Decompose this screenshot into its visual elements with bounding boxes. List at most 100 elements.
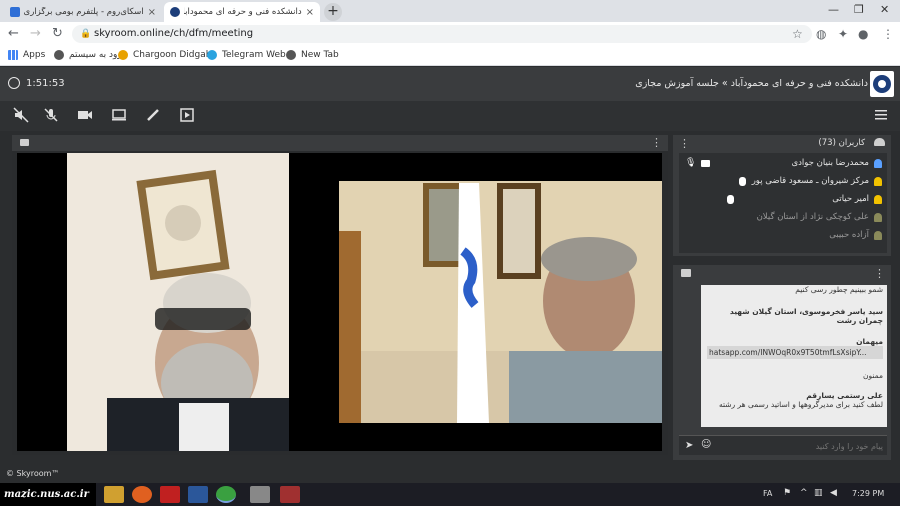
list-item[interactable]: مرکز شیروان ـ مسعود قاضی پور bbox=[679, 173, 887, 191]
user-name: مرکز شیروان ـ مسعود قاضی پور bbox=[751, 176, 869, 186]
chrome-icon[interactable] bbox=[216, 486, 236, 503]
bookmark-newtab[interactable]: New Tab bbox=[286, 50, 339, 60]
chat-input-row: ➤ ☺ bbox=[679, 435, 887, 455]
user-status-icon bbox=[874, 177, 882, 186]
chat-message-text: ممنون bbox=[863, 371, 883, 380]
chat-bubble-icon bbox=[681, 269, 691, 277]
participant-video-left[interactable] bbox=[67, 153, 289, 451]
chevron-up-icon[interactable]: ^ bbox=[800, 488, 808, 498]
volume-icon[interactable]: ◀ bbox=[830, 488, 837, 498]
chat-sender: میهمان bbox=[856, 337, 883, 346]
chat-message: ممنون bbox=[707, 371, 883, 380]
app-icon[interactable] bbox=[250, 486, 270, 503]
speaker-mute-icon[interactable] bbox=[12, 107, 30, 125]
windows-taskbar: mazic.nus.ac.ir FA ⚑ ^ ▥ ◀ 7:29 PM bbox=[0, 483, 900, 506]
hamburger-menu-icon[interactable] bbox=[872, 107, 890, 125]
more-options-icon[interactable]: ⋮ bbox=[874, 267, 885, 280]
list-item[interactable]: علی کوچکی نژاد از استان گیلان bbox=[679, 209, 887, 227]
url-input[interactable]: 🔒 skyroom.online/ch/dfm/meeting bbox=[72, 25, 812, 43]
firefox-icon[interactable] bbox=[132, 486, 152, 503]
media-player-icon[interactable] bbox=[104, 486, 124, 503]
whiteboard-brush-icon[interactable] bbox=[144, 107, 162, 125]
chat-messages: شمو ببینیم چطور رسی کنیم سید یاسر فخرموس… bbox=[701, 285, 887, 427]
bookmark-label: Telegram Web bbox=[222, 50, 286, 60]
users-group-icon bbox=[874, 138, 885, 146]
camera-icon bbox=[701, 160, 710, 167]
list-item[interactable]: محمدرضا بنیان جوادی 🎙 bbox=[679, 155, 887, 173]
back-icon[interactable]: ← bbox=[8, 26, 19, 41]
forward-icon[interactable]: → bbox=[30, 26, 41, 41]
users-list: محمدرضا بنیان جوادی 🎙 مرکز شیروان ـ مسعو… bbox=[679, 153, 887, 253]
microphone-off-icon[interactable] bbox=[42, 107, 60, 125]
chat-message: شمو ببینیم چطور رسی کنیم bbox=[707, 285, 883, 294]
user-status-icon bbox=[874, 231, 882, 240]
bookmark-login[interactable]: ورود به سیستم bbox=[54, 50, 126, 60]
users-panel-header: ⋮ کاربران (73) bbox=[673, 135, 891, 151]
bookmark-apps[interactable]: Apps bbox=[8, 50, 45, 60]
chat-sender: علی رستمی یسارقم bbox=[806, 391, 883, 400]
video-panel: ⋮ bbox=[12, 135, 668, 455]
users-count-title: کاربران (73) bbox=[818, 138, 865, 148]
skyroom-favicon-icon bbox=[10, 7, 20, 17]
browser-tab-strip: اسکای‌روم - پلتفرم بومی برگزاری وبینار، … bbox=[0, 0, 900, 22]
participant-video-right[interactable] bbox=[339, 181, 662, 423]
user-name: محمدرضا بنیان جوادی bbox=[791, 158, 869, 168]
tab-skyroom-home[interactable]: اسکای‌روم - پلتفرم بومی برگزاری وبینار، … bbox=[4, 2, 162, 22]
user-name: آزاده حبیبی bbox=[829, 230, 869, 240]
list-item[interactable]: آزاده حبیبی bbox=[679, 227, 887, 245]
menu-dots-icon[interactable]: ⋮ bbox=[882, 27, 894, 41]
footer-brand: © Skyroom™ bbox=[6, 469, 60, 478]
keyboard-language[interactable]: FA bbox=[763, 489, 772, 498]
chat-message-input[interactable] bbox=[719, 438, 883, 454]
watermark-logo: mazic.nus.ac.ir bbox=[0, 483, 96, 506]
raised-hand-icon bbox=[727, 195, 734, 204]
user-name: علی کوچکی نژاد از استان گیلان bbox=[756, 212, 869, 222]
word-icon[interactable] bbox=[188, 486, 208, 503]
system-clock[interactable]: 7:29 PM bbox=[852, 489, 884, 498]
video-camera-icon bbox=[20, 139, 29, 146]
app-icon[interactable] bbox=[280, 486, 300, 503]
bookmark-label: New Tab bbox=[301, 50, 339, 60]
camera-icon[interactable] bbox=[76, 107, 94, 125]
reload-icon[interactable]: ↻ bbox=[52, 26, 63, 41]
emoji-icon[interactable]: ☺ bbox=[701, 439, 711, 450]
school-favicon-icon bbox=[170, 7, 180, 17]
chat-message-text: شمو ببینیم چطور رسی کنیم bbox=[795, 285, 883, 294]
list-item[interactable]: امیر حیاتی bbox=[679, 191, 887, 209]
screen-share-icon[interactable] bbox=[110, 107, 128, 125]
close-icon[interactable]: × bbox=[144, 7, 156, 18]
globe-icon bbox=[286, 50, 296, 60]
network-icon[interactable]: ▥ bbox=[814, 488, 823, 498]
globe-icon bbox=[54, 50, 64, 60]
user-status-icon bbox=[874, 213, 882, 222]
chat-message-text: لطف کنید برای مدیرگروهها و اساتید رسمی ه… bbox=[718, 400, 883, 409]
user-status-icon bbox=[874, 195, 882, 204]
more-options-icon[interactable]: ⋮ bbox=[679, 137, 690, 150]
profile-icon[interactable]: ● bbox=[858, 27, 868, 41]
puzzle-icon[interactable]: ✦ bbox=[838, 27, 848, 41]
microphone-icon: 🎙 bbox=[685, 158, 697, 168]
timer-value: 1:51:53 bbox=[26, 77, 65, 89]
new-tab-button[interactable]: + bbox=[324, 3, 342, 21]
more-options-icon[interactable]: ⋮ bbox=[651, 136, 662, 149]
extension-globe-icon[interactable]: ◍ bbox=[816, 27, 826, 41]
bookmark-telegram[interactable]: Telegram Web bbox=[207, 50, 286, 60]
flag-icon[interactable]: ⚑ bbox=[783, 488, 791, 498]
video-panel-header: ⋮ bbox=[12, 135, 668, 151]
maximize-icon[interactable]: ❐ bbox=[854, 3, 864, 16]
chat-link[interactable]: hatsapp.com/INWOqR0x9T50tmfLsXsipY... bbox=[707, 346, 883, 359]
close-icon[interactable]: × bbox=[302, 7, 314, 18]
lock-icon: 🔒 bbox=[80, 29, 92, 39]
tab-meeting[interactable]: دانشکده فنی و حرفه ای محمودآباد » جلسه × bbox=[164, 2, 320, 22]
pdf-reader-icon[interactable] bbox=[160, 486, 180, 503]
apps-grid-icon bbox=[8, 50, 18, 60]
session-timer: 1:51:53 bbox=[8, 77, 65, 89]
send-icon[interactable]: ➤ bbox=[685, 440, 693, 451]
video-grid bbox=[17, 153, 662, 451]
tab-title: دانشکده فنی و حرفه ای محمودآباد » جلسه bbox=[184, 7, 302, 17]
close-window-icon[interactable]: ✕ bbox=[880, 3, 889, 16]
bookmark-chargoon[interactable]: Chargoon Didgah bbox=[118, 50, 211, 60]
star-icon[interactable]: ☆ bbox=[792, 27, 803, 41]
minimize-icon[interactable]: — bbox=[828, 3, 839, 16]
media-player-icon[interactable] bbox=[178, 107, 196, 125]
